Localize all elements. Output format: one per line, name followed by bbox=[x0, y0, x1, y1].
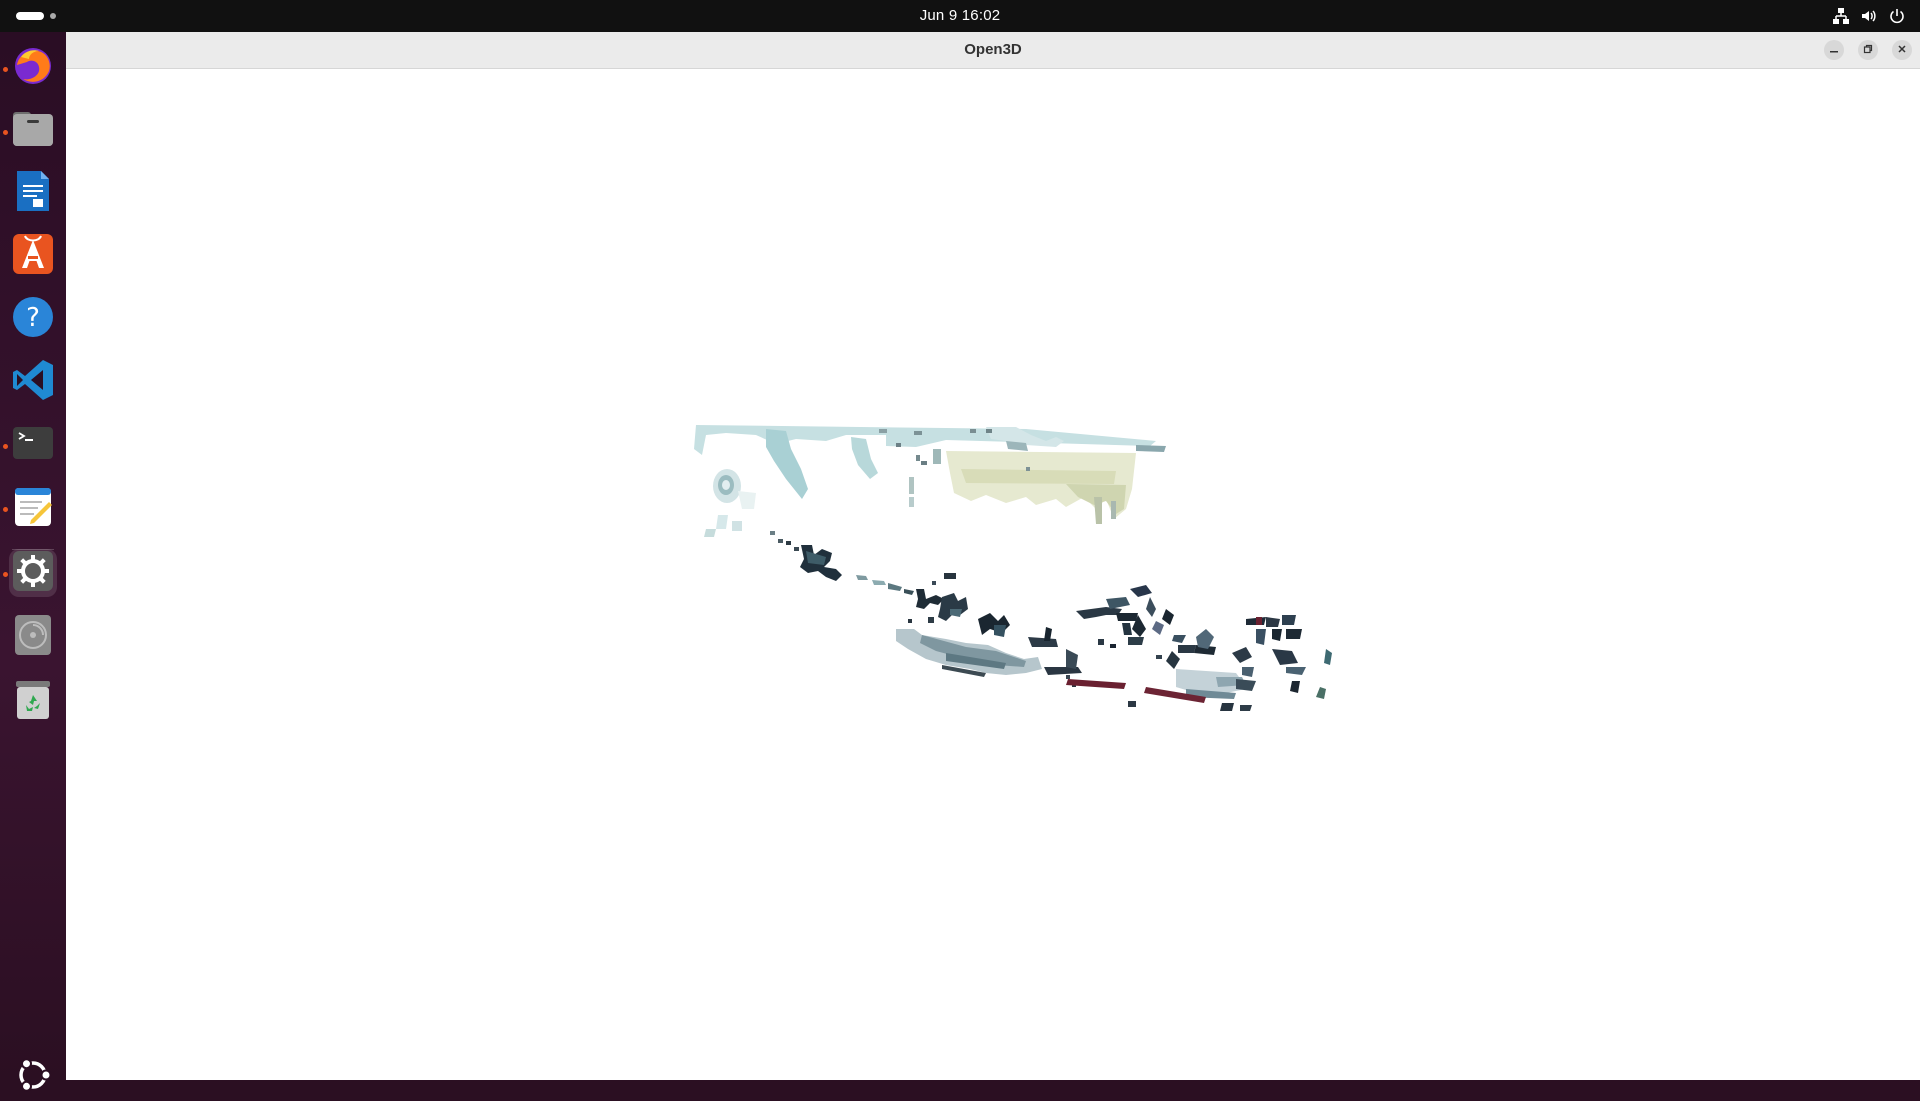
3d-viewport[interactable] bbox=[66, 69, 1920, 1080]
dock: ? bbox=[0, 32, 66, 1092]
system-tray[interactable] bbox=[1832, 6, 1906, 26]
running-indicator bbox=[3, 130, 8, 135]
text-editor-icon bbox=[11, 484, 55, 533]
title-bar[interactable]: Open3D bbox=[66, 32, 1920, 69]
dock-disc[interactable] bbox=[9, 613, 57, 661]
point-cloud-lower bbox=[770, 531, 1332, 711]
svg-text:?: ? bbox=[26, 303, 40, 333]
dock-settings[interactable] bbox=[9, 549, 57, 597]
point-cloud-render[interactable] bbox=[66, 69, 1920, 1080]
optical-drive-icon bbox=[11, 613, 55, 662]
close-button[interactable] bbox=[1892, 40, 1912, 60]
dock-vscode[interactable] bbox=[9, 358, 57, 406]
dock-text-editor[interactable] bbox=[9, 484, 57, 532]
point-cloud-upper bbox=[694, 425, 1166, 537]
terminal-icon bbox=[11, 421, 55, 470]
show-apps-button[interactable] bbox=[9, 1053, 57, 1101]
network-icon[interactable] bbox=[1832, 7, 1850, 25]
files-icon bbox=[11, 106, 55, 155]
minimize-button[interactable] bbox=[1824, 40, 1844, 60]
running-indicator bbox=[3, 444, 8, 449]
dock-files[interactable] bbox=[9, 106, 57, 154]
dock-terminal[interactable] bbox=[9, 421, 57, 469]
clock[interactable]: Jun 9 16:02 bbox=[0, 7, 1920, 24]
firefox-icon bbox=[11, 43, 55, 92]
dock-firefox[interactable] bbox=[9, 43, 57, 91]
maximize-button[interactable] bbox=[1858, 40, 1878, 60]
settings-icon bbox=[11, 549, 55, 598]
minimize-icon bbox=[1829, 41, 1839, 59]
writer-icon bbox=[11, 169, 55, 218]
app-center-icon bbox=[11, 232, 55, 281]
dock-trash[interactable] bbox=[9, 677, 57, 725]
dock-help[interactable]: ? bbox=[9, 295, 57, 343]
open3d-window: Open3D bbox=[66, 32, 1920, 1080]
running-indicator bbox=[3, 67, 8, 72]
running-indicator bbox=[3, 572, 8, 577]
window-title: Open3D bbox=[964, 41, 1022, 58]
help-icon: ? bbox=[11, 295, 55, 344]
top-bar: Jun 9 16:02 bbox=[0, 0, 1920, 32]
maximize-icon bbox=[1863, 41, 1873, 59]
ubuntu-logo-icon bbox=[13, 1055, 53, 1100]
power-icon[interactable] bbox=[1888, 7, 1906, 25]
vscode-icon bbox=[11, 358, 55, 407]
volume-icon[interactable] bbox=[1860, 7, 1878, 25]
running-indicator bbox=[3, 507, 8, 512]
close-icon bbox=[1897, 41, 1907, 59]
dock-libreoffice-writer[interactable] bbox=[9, 169, 57, 217]
dock-app-center[interactable] bbox=[9, 232, 57, 280]
trash-icon bbox=[11, 677, 55, 726]
